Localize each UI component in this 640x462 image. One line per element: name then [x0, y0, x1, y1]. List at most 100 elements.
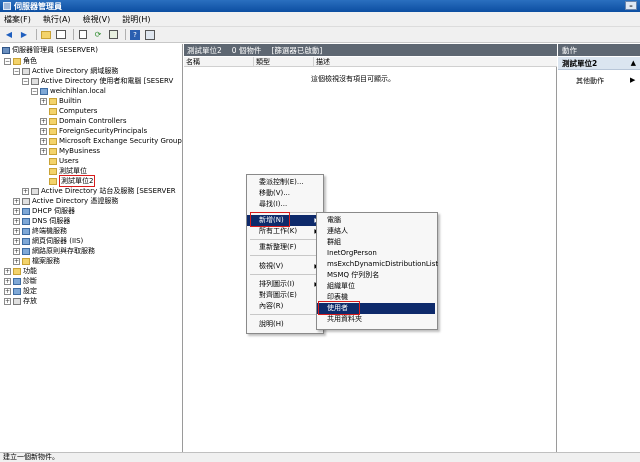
tree-item-computers[interactable]: Computers: [40, 106, 97, 116]
tree-item-domain[interactable]: − weichihlan.local: [31, 86, 106, 96]
more-actions[interactable]: 其他動作: [576, 76, 604, 86]
toolbar: ◀ ▶ ⟳ ?: [0, 27, 640, 43]
ad-sites-icon: [31, 187, 39, 195]
tree-item-ad-ds[interactable]: − Active Directory 網域服務: [13, 66, 118, 76]
tree-item-nps[interactable]: + 網路原則與存取服務: [13, 246, 95, 256]
help-icon[interactable]: ?: [129, 29, 141, 41]
tree-item-features[interactable]: + 功能: [4, 266, 37, 276]
ou-icon: [49, 167, 57, 175]
expand-icon[interactable]: +: [13, 227, 20, 235]
tree-item-adcs[interactable]: + Active Directory 憑證服務: [13, 196, 118, 206]
new-contact[interactable]: 連絡人: [317, 226, 435, 237]
results-header: 測試單位2 0 個物件 [篩選器已啟動]: [184, 44, 557, 56]
expand-icon[interactable]: +: [40, 147, 47, 155]
column-description[interactable]: 描述: [314, 57, 557, 67]
file-services-icon: [22, 257, 30, 265]
menu-refresh[interactable]: 重新整理(F): [247, 242, 323, 253]
menu-view[interactable]: 檢視(V): [83, 14, 111, 25]
back-icon[interactable]: ◀: [3, 29, 15, 41]
expand-icon[interactable]: +: [13, 257, 20, 265]
status-bar: 建立一個新物件。: [0, 452, 640, 462]
forward-icon[interactable]: ▶: [18, 29, 30, 41]
menu-separator: [250, 255, 320, 256]
menu-file[interactable]: 檔案(F): [4, 14, 31, 25]
tree-item-configuration[interactable]: + 設定: [4, 286, 37, 296]
tree-item-fsp[interactable]: + ForeignSecurityPrincipals: [40, 126, 147, 136]
tree-root[interactable]: 伺服器管理員 (SESERVER): [2, 45, 98, 55]
expand-icon[interactable]: +: [40, 137, 47, 145]
tree-item-dhcp[interactable]: + DHCP 伺服器: [13, 206, 75, 216]
expand-icon[interactable]: +: [13, 237, 20, 245]
expand-icon[interactable]: +: [4, 297, 11, 305]
window-title: 伺服器管理員: [14, 1, 62, 11]
up-folder-icon[interactable]: [40, 29, 52, 41]
column-name[interactable]: 名稱: [184, 57, 254, 67]
expand-icon[interactable]: +: [22, 187, 29, 195]
show-tree-icon[interactable]: [55, 29, 67, 41]
expand-icon[interactable]: +: [4, 277, 11, 285]
tree-item-exchange[interactable]: + Microsoft Exchange Security Group: [40, 136, 182, 146]
menu-help[interactable]: 說明(H): [247, 319, 323, 330]
new-inetorgperson[interactable]: InetOrgPerson: [317, 248, 435, 259]
new-computer[interactable]: 電腦: [317, 215, 435, 226]
dns-icon: [22, 217, 30, 225]
collapse-icon[interactable]: −: [31, 87, 38, 95]
collapse-icon[interactable]: −: [22, 77, 29, 85]
results-title: 測試單位2: [187, 45, 222, 55]
new-dynamic-distribution-list[interactable]: msExchDynamicDistributionList: [317, 259, 438, 270]
tree-item-test-unit2[interactable]: 測試單位2: [40, 175, 96, 187]
menu-move[interactable]: 移動(V)...: [247, 188, 323, 199]
collapse-icon[interactable]: −: [13, 67, 20, 75]
menu-action[interactable]: 執行(A): [43, 14, 71, 25]
ou-icon: [49, 137, 57, 145]
filter-status: [篩選器已啟動]: [271, 45, 323, 55]
active-directory-icon: [22, 67, 30, 75]
tree-item-users[interactable]: Users: [40, 156, 79, 166]
menu-arrange-icons[interactable]: 排列圖示(I) ▶: [247, 279, 323, 290]
new-shared-folder[interactable]: 共用資料夾: [317, 314, 435, 325]
new-group[interactable]: 群組: [317, 237, 435, 248]
tree-item-ad-sites[interactable]: + Active Directory 站台及服務 [SESERVER: [22, 186, 176, 196]
menu-view[interactable]: 檢視(V) ▶: [247, 261, 323, 272]
actions-section[interactable]: 測試單位2 ▲: [558, 57, 640, 70]
expand-icon[interactable]: +: [40, 127, 47, 135]
tree-item-file-services[interactable]: + 檔案服務: [13, 256, 60, 266]
tree-item-storage[interactable]: + 存放: [4, 296, 37, 306]
tree-item-builtin[interactable]: + Builtin: [40, 96, 81, 106]
column-type[interactable]: 類型: [254, 57, 314, 67]
tree-item-dns[interactable]: + DNS 伺服器: [13, 216, 70, 226]
expand-icon[interactable]: +: [4, 267, 11, 275]
expand-icon[interactable]: +: [13, 207, 20, 215]
menu-all-tasks[interactable]: 所有工作(K) ▶: [247, 226, 323, 237]
menu-line-up-icons[interactable]: 對齊圖示(E): [247, 290, 323, 301]
tree-item-domain-controllers[interactable]: + Domain Controllers: [40, 116, 126, 126]
tree-item-mybusiness[interactable]: + MyBusiness: [40, 146, 100, 156]
new-organizational-unit[interactable]: 組織單位: [317, 281, 435, 292]
tree-item-diagnostics[interactable]: + 診斷: [4, 276, 37, 286]
tree-item-iis[interactable]: + 網頁伺服器 (IIS): [13, 236, 83, 246]
new-msmq-alias[interactable]: MSMQ 佇列別名: [317, 270, 435, 281]
expand-icon[interactable]: +: [13, 247, 20, 255]
collapse-icon[interactable]: −: [4, 57, 11, 65]
highlight-user: [318, 301, 360, 315]
menu-help[interactable]: 說明(H): [122, 14, 150, 25]
folder-icon: [49, 157, 57, 165]
expand-icon[interactable]: +: [4, 287, 11, 295]
menu-find[interactable]: 尋找(I)...: [247, 199, 323, 210]
properties-icon[interactable]: [144, 29, 156, 41]
expand-icon[interactable]: +: [13, 197, 20, 205]
tree-item-terminal[interactable]: + 終端機服務: [13, 226, 67, 236]
expand-icon[interactable]: +: [13, 217, 20, 225]
expand-icon[interactable]: +: [40, 117, 47, 125]
refresh-icon[interactable]: ⟳: [92, 29, 104, 41]
menu-delegate-control[interactable]: 委派控制(E)...: [247, 177, 323, 188]
export-icon[interactable]: [107, 29, 119, 41]
expand-icon[interactable]: +: [40, 97, 47, 105]
tree-item-aduc[interactable]: − Active Directory 使用者和電腦 [SESERV: [22, 76, 173, 86]
collapse-up-icon[interactable]: ▲: [631, 59, 636, 67]
minimize-button[interactable]: –: [625, 1, 637, 10]
menu-properties[interactable]: 內容(R): [247, 301, 323, 312]
copy-icon[interactable]: [77, 29, 89, 41]
tree-item-roles[interactable]: − 角色: [4, 56, 37, 66]
certificate-icon: [22, 197, 30, 205]
